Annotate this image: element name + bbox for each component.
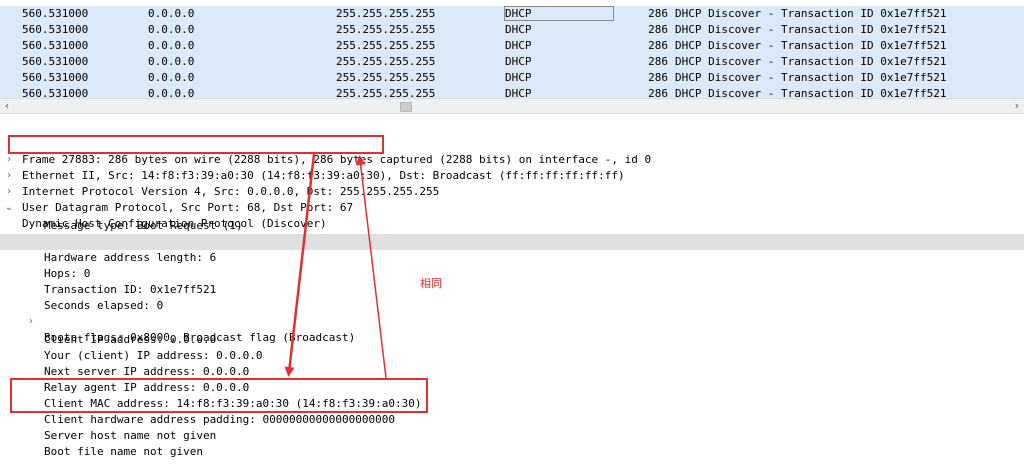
arrow-up-icon — [355, 155, 387, 379]
annotation-arrows — [284, 153, 387, 379]
field-boot-file: Boot file name not given — [44, 445, 203, 458]
arrow-down-icon — [284, 153, 316, 377]
annotation-note: 相同 — [420, 277, 442, 290]
